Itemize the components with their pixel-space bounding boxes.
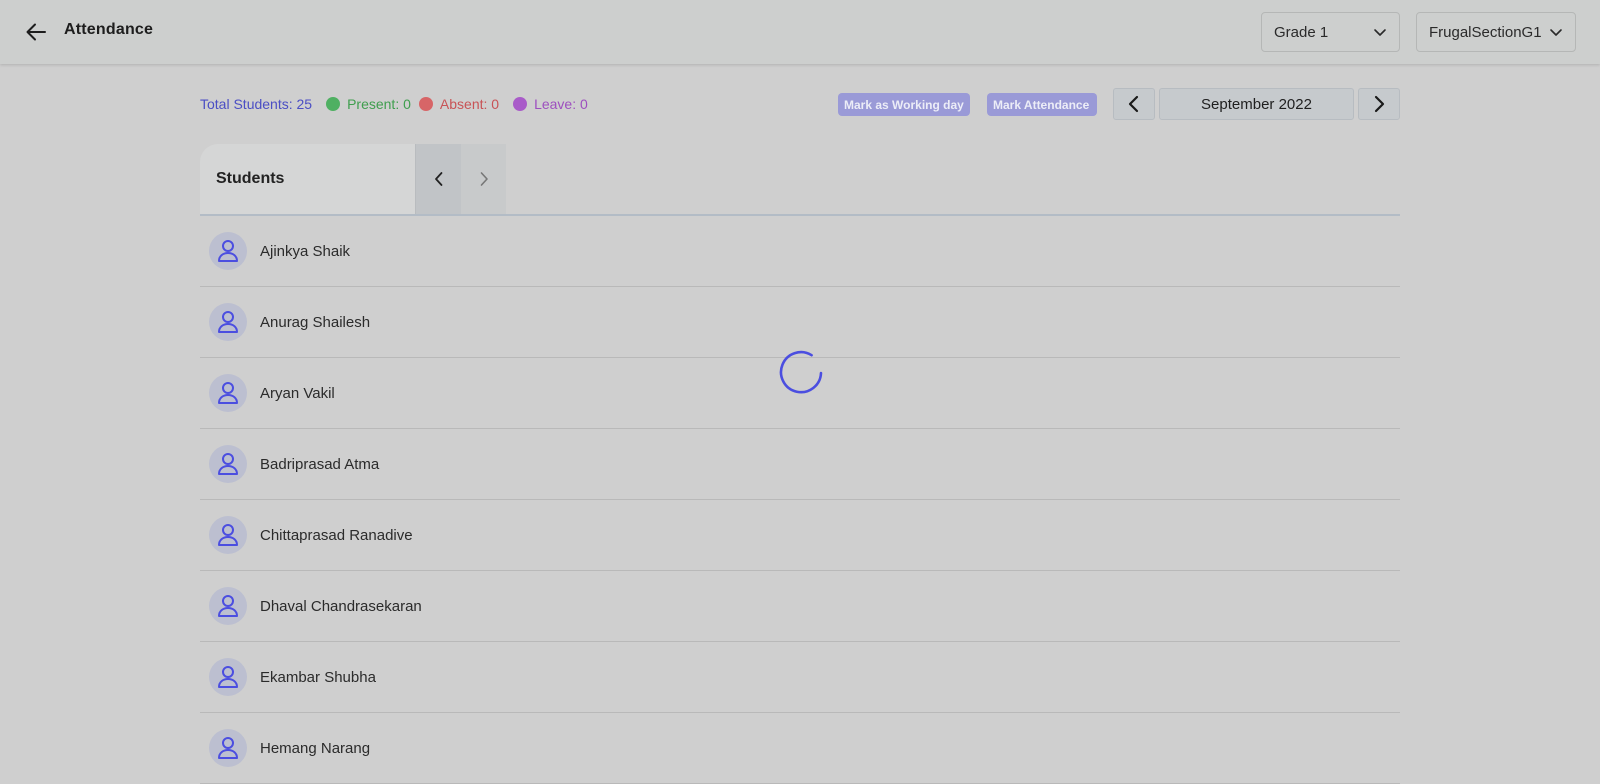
student-name: Dhaval Chandrasekaran [260,597,422,615]
chevron-left-icon [1128,95,1139,113]
app-header: Attendance Grade 1 FrugalSectionG1 [0,0,1600,64]
user-icon [218,524,238,546]
user-icon [218,666,238,688]
present-dot-icon [326,97,341,111]
chevron-down-icon [1550,29,1562,36]
students-table-header: Students [200,144,1400,216]
mark-working-day-button[interactable]: Mark as Working day [838,93,970,116]
avatar [209,374,247,412]
grade-select[interactable]: Grade 1 [1261,12,1400,52]
student-name: Anurag Shailesh [260,313,371,331]
back-arrow-icon [26,23,46,41]
student-row[interactable]: Ajinkya Shaik [200,216,1400,287]
current-month: September 2022 [1159,88,1354,120]
chevron-right-icon [480,172,488,186]
avatar [209,303,247,341]
attendance-summary: Total Students: 25 Present: 0 Absent: 0 … [200,95,596,113]
mark-attendance-button[interactable]: Mark Attendance [987,93,1097,116]
student-name: Ekambar Shubha [260,668,376,686]
section-select[interactable]: FrugalSectionG1 [1416,12,1576,52]
loading-spinner-icon [779,350,823,394]
avatar [209,232,247,270]
student-name: Badriprasad Atma [260,455,380,473]
page-title: Attendance [64,21,154,38]
user-icon [218,240,238,262]
avatar [209,516,247,554]
section-select-value: FrugalSectionG1 [1429,23,1542,41]
student-name: Ajinkya Shaik [260,242,351,260]
avatar [209,445,247,483]
previous-dates-button[interactable] [415,144,461,214]
user-icon [218,382,238,404]
grade-select-value: Grade 1 [1274,23,1329,41]
avatar [209,729,247,767]
leave-dot-icon [513,97,528,111]
chevron-left-icon [434,172,442,186]
next-dates-button[interactable] [461,144,506,214]
avatar [209,587,247,625]
present-label: Present: 0 [347,96,411,112]
user-icon [218,595,238,617]
student-row[interactable]: Badriprasad Atma [200,429,1400,500]
chevron-down-icon [1374,29,1386,36]
students-list: Ajinkya Shaik Anurag Shailesh Aryan Vakil B… [200,216,1400,784]
student-row[interactable]: Chittaprasad Ranadive [200,500,1400,571]
user-icon [218,737,238,759]
previous-month-button[interactable] [1113,88,1155,120]
students-column-header: Students [200,144,415,214]
absent-label: Absent: 0 [439,96,500,112]
next-month-button[interactable] [1358,88,1400,120]
present-count: Present: 0 [326,96,411,112]
student-name: Aryan Vakil [260,384,335,402]
student-name: Chittaprasad Ranadive [260,526,413,544]
user-icon [218,311,238,333]
leave-count: Leave: 0 [513,96,588,112]
student-row[interactable]: Dhaval Chandrasekaran [200,571,1400,642]
leave-label: Leave: 0 [534,96,588,112]
student-row[interactable]: Ekambar Shubha [200,642,1400,713]
back-button[interactable] [22,19,50,45]
student-name: Hemang Narang [260,739,371,757]
absent-dot-icon [418,97,433,111]
student-row[interactable]: Hemang Narang [200,713,1400,784]
total-students: Total Students: 25 [200,96,313,112]
absent-count: Absent: 0 [418,96,500,112]
user-icon [218,453,238,475]
avatar [209,658,247,696]
chevron-right-icon [1374,95,1385,113]
